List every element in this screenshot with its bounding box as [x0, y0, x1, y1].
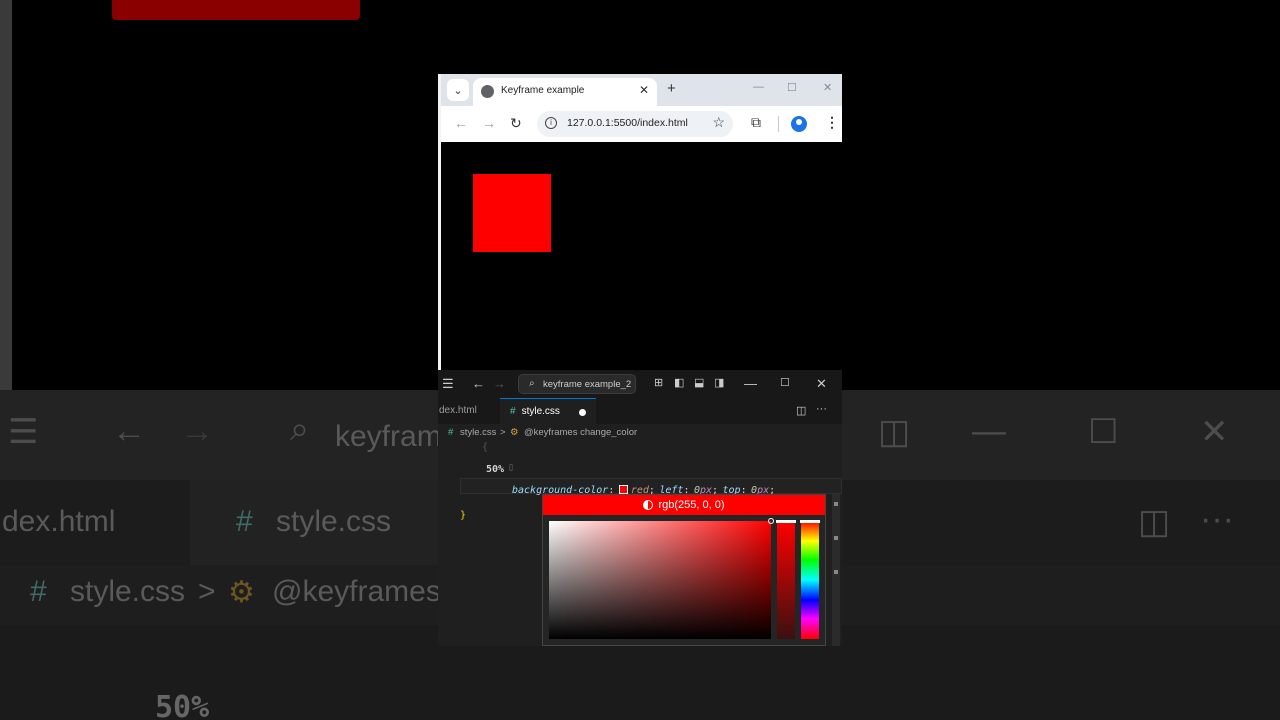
search-icon: ⌕	[529, 378, 535, 389]
close-icon[interactable]: ✕	[816, 376, 827, 392]
chevron-right-icon: >	[500, 427, 506, 438]
text-cursor: ▯	[508, 462, 515, 473]
scroll-marker	[834, 536, 838, 540]
page-viewport	[441, 142, 842, 370]
picker-color-value[interactable]: rgb(255, 0, 0)	[658, 499, 724, 511]
profile-icon[interactable]	[791, 116, 807, 132]
tab-label: style.css	[521, 406, 560, 417]
bg-search-icon: ⌕	[290, 410, 310, 448]
vscode-titlebar: ☰ ← → ⌕ keyframe example_2 ⊞ ◧ ⬓ ◨ — ☐ ✕	[438, 370, 842, 398]
bookmark-star-icon[interactable]: ☆	[712, 114, 725, 131]
bg-minimize-icon: —	[972, 412, 1006, 450]
opacity-handle[interactable]	[776, 520, 796, 523]
address-bar[interactable]: i 127.0.0.1:5500/index.html ☆	[537, 111, 733, 137]
globe-icon	[481, 85, 494, 98]
site-info-icon[interactable]: i	[545, 117, 557, 129]
bg-back-icon: ←	[112, 412, 146, 450]
opacity-strip[interactable]	[776, 520, 796, 639]
bg-crumb-chevron-icon: >	[198, 575, 216, 608]
tab-title: Keyframe example	[501, 85, 585, 96]
bg-tab-css: style.css	[276, 505, 392, 538]
tab-close-icon[interactable]: ✕	[639, 83, 649, 97]
bg-more-icon: ···	[1200, 500, 1234, 538]
minimize-icon[interactable]: —	[753, 81, 764, 93]
scroll-marker	[834, 502, 838, 506]
unsaved-dot-icon[interactable]	[579, 409, 586, 416]
editor-scrollbar[interactable]	[832, 494, 840, 646]
url-text[interactable]: 127.0.0.1:5500/index.html	[567, 117, 688, 129]
command-center-text: keyframe example_2	[543, 379, 632, 390]
menu-icon[interactable]: ☰	[442, 376, 454, 392]
toggle-sidebar-icon[interactable]: ◧	[674, 376, 684, 389]
color-picker[interactable]: rgb(255, 0, 0)	[542, 494, 826, 646]
hue-handle[interactable]	[800, 520, 820, 523]
tab-index-html[interactable]: dex.html	[438, 398, 500, 424]
toolbar-divider	[778, 116, 779, 132]
menu-kebab-icon[interactable]: ⋮	[825, 114, 839, 131]
toggle-panel-icon[interactable]: ⬓	[694, 376, 704, 389]
bg-red-box-edge	[112, 0, 360, 20]
new-tab-icon[interactable]: +	[667, 80, 676, 97]
bg-layout-icon: ◫	[878, 413, 911, 451]
saturation-panel[interactable]	[549, 518, 774, 639]
picker-header[interactable]: rgb(255, 0, 0)	[543, 495, 825, 515]
forward-icon[interactable]: →	[482, 115, 496, 131]
vscode-window: ☰ ← → ⌕ keyframe example_2 ⊞ ◧ ⬓ ◨ — ☐ ✕…	[438, 370, 842, 646]
nav-back-icon[interactable]: ←	[472, 376, 485, 391]
browser-window: ⌄ Keyframe example ✕ + — ☐ ✕ ← → ↻ i 127…	[438, 74, 842, 370]
tab-style-css[interactable]: # style.css	[500, 398, 596, 424]
customize-layout-icon[interactable]: ⊞	[654, 376, 663, 389]
editor-tabs: dex.html # style.css ◫ ···	[438, 398, 842, 424]
tab-label: dex.html	[439, 405, 477, 416]
scroll-marker	[834, 570, 838, 574]
bg-left-strip	[0, 0, 12, 390]
keyframes-symbol-icon: ⚙	[510, 427, 519, 438]
chevron-down-icon: ⌄	[453, 84, 463, 97]
breadcrumb-file[interactable]: style.css	[460, 427, 496, 438]
toggle-secondary-sidebar-icon[interactable]: ◨	[714, 376, 724, 389]
bg-menu-icon: ☰	[8, 413, 39, 451]
code-selector[interactable]: 50%	[486, 464, 504, 475]
color-swatch-icon[interactable]	[618, 485, 628, 494]
css-file-icon: #	[448, 427, 454, 438]
extensions-icon[interactable]: ⧉	[751, 114, 761, 131]
bg-crumb-hash-icon: #	[30, 575, 47, 608]
css-file-icon: #	[510, 406, 516, 417]
close-icon[interactable]: ✕	[823, 81, 832, 94]
contrast-icon	[643, 500, 654, 510]
back-icon[interactable]: ←	[454, 115, 468, 131]
command-center-search[interactable]: ⌕ keyframe example_2	[518, 374, 636, 394]
bg-code-text: 50%	[155, 690, 210, 720]
reload-icon[interactable]: ↻	[510, 115, 522, 132]
breadcrumb: # style.css > ⚙ @keyframes change_color	[438, 424, 842, 442]
nav-forward-icon[interactable]: →	[493, 376, 506, 391]
bg-crumb-symbol-icon: ⚙	[228, 576, 255, 609]
browser-tab[interactable]: Keyframe example ✕	[473, 78, 657, 106]
bg-hash-icon: #	[236, 505, 253, 538]
bg-crumb-symbol: @keyframes	[272, 575, 441, 608]
code-brace-close[interactable]: }	[460, 510, 466, 521]
breadcrumb-symbol[interactable]: @keyframes change_color	[524, 427, 637, 438]
split-editor-icon[interactable]: ◫	[796, 404, 806, 417]
maximize-icon[interactable]: ☐	[787, 81, 797, 94]
browser-toolbar: ← → ↻ i 127.0.0.1:5500/index.html ☆ ⧉ ⋮	[441, 106, 842, 142]
maximize-icon[interactable]: ☐	[780, 376, 790, 389]
bg-forward-icon: →	[180, 412, 214, 450]
minimize-icon[interactable]: —	[744, 376, 757, 391]
code-brace-open[interactable]: {	[482, 442, 488, 453]
bg-tab-html: dex.html	[2, 505, 116, 538]
animated-box	[473, 174, 551, 252]
bg-maximize-icon: ☐	[1088, 413, 1119, 451]
bg-search-text: keyfram	[335, 420, 442, 453]
more-actions-icon[interactable]: ···	[816, 403, 827, 415]
bg-split-icon: ◫	[1138, 503, 1171, 541]
saturation-handle[interactable]	[768, 518, 774, 524]
bg-close-icon: ✕	[1200, 413, 1229, 451]
bg-crumb-file: style.css	[70, 575, 186, 608]
tab-search-button[interactable]: ⌄	[447, 79, 469, 101]
hue-strip[interactable]	[800, 520, 820, 639]
browser-tabstrip: ⌄ Keyframe example ✕ + — ☐ ✕	[441, 74, 842, 106]
